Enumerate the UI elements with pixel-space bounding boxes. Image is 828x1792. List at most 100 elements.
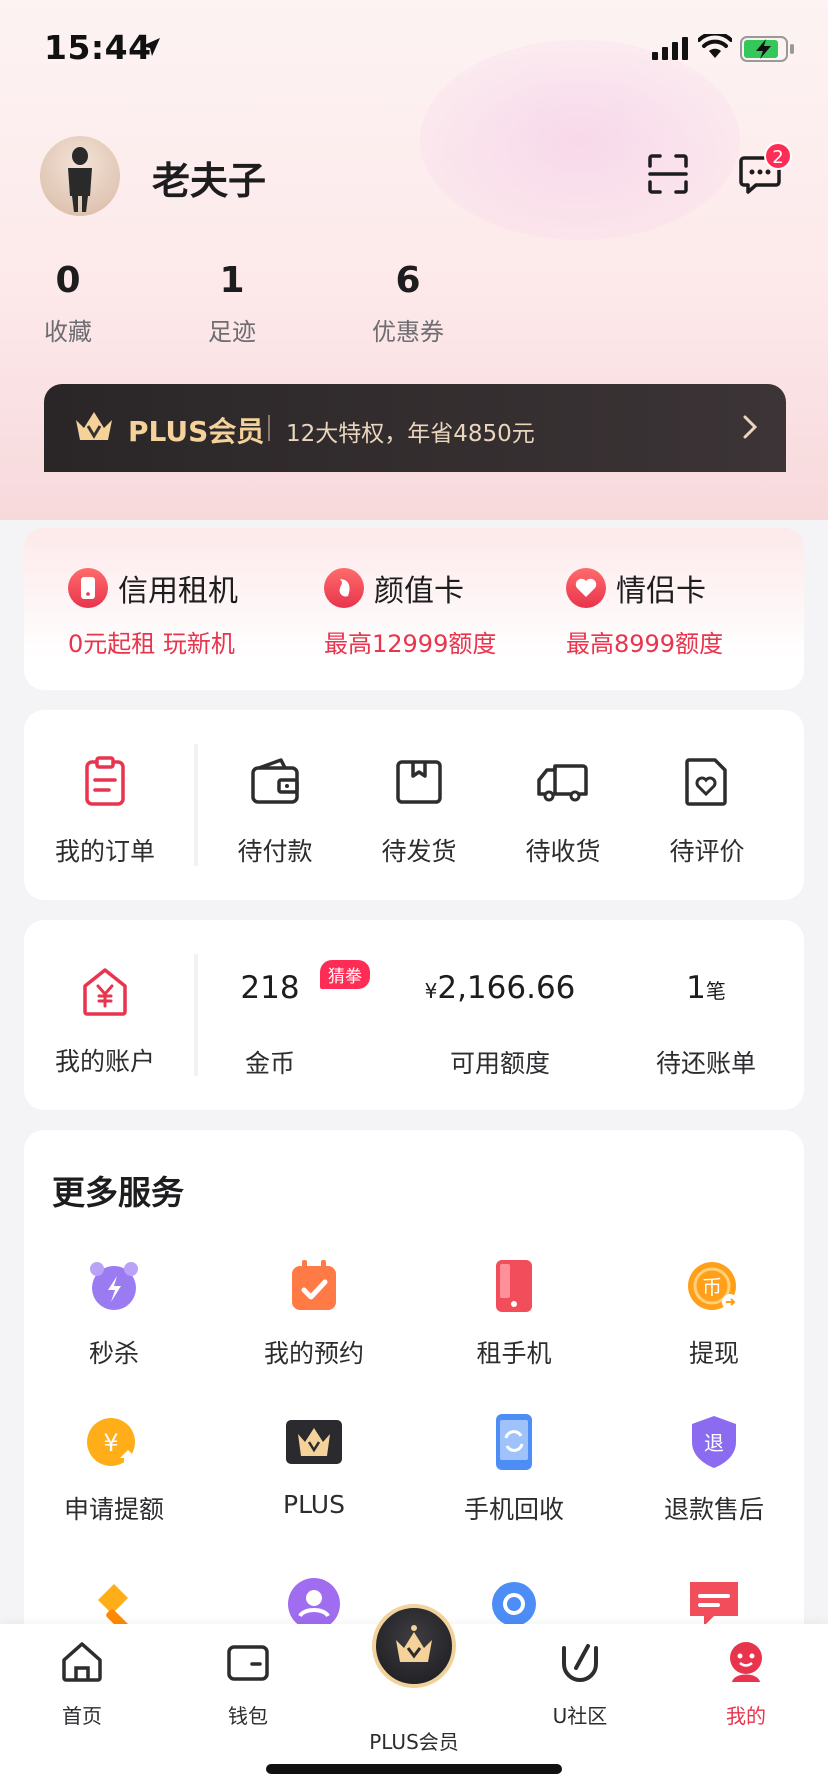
wallet-icon bbox=[251, 758, 299, 804]
couple-card-item[interactable]: 情侣卡 最高8999额度 bbox=[566, 566, 723, 659]
rent-phone-icon bbox=[496, 1260, 532, 1312]
pending-receipt-label: 待收货 bbox=[525, 837, 601, 866]
tab-mine[interactable]: 我的 bbox=[686, 1638, 806, 1729]
tab-home[interactable]: 首页 bbox=[22, 1638, 142, 1729]
tab-plus[interactable]: PLUS会员 bbox=[354, 1716, 474, 1755]
service-label: 手机回收 bbox=[463, 1495, 564, 1524]
beauty-card-sub: 最高12999额度 bbox=[324, 630, 497, 658]
coins-value[interactable]: 218 bbox=[210, 970, 330, 1006]
service-rent-phone[interactable]: 租手机 bbox=[424, 1256, 604, 1370]
profile-face-icon bbox=[730, 1642, 762, 1682]
pending-review-label: 待评价 bbox=[669, 837, 745, 866]
battery-charging-icon bbox=[740, 36, 794, 62]
service-flash-sale[interactable]: 秒杀 bbox=[24, 1256, 204, 1370]
service-label: 我的预约 bbox=[263, 1339, 364, 1368]
my-orders-button[interactable]: 我的订单 bbox=[40, 754, 170, 868]
stat-label: 收藏 bbox=[44, 318, 92, 346]
stat-coupons[interactable]: 6 优惠券 bbox=[368, 258, 448, 347]
guess-game-tag[interactable]: 猜拳 bbox=[320, 960, 370, 989]
heart-document-icon bbox=[685, 758, 727, 806]
scan-icon[interactable] bbox=[646, 152, 690, 196]
tab-wallet[interactable]: 钱包 bbox=[188, 1638, 308, 1729]
calendar-check-icon bbox=[292, 1260, 336, 1310]
pending-review-button[interactable]: 待评价 bbox=[642, 754, 772, 868]
pending-payment-label: 待付款 bbox=[237, 837, 313, 866]
svg-text:币: 币 bbox=[702, 1275, 722, 1299]
box-icon bbox=[396, 760, 442, 804]
pending-payment-button[interactable]: 待付款 bbox=[210, 754, 340, 868]
divider bbox=[194, 744, 198, 866]
tab-label: 我的 bbox=[726, 1704, 766, 1728]
status-time: 15:44 bbox=[44, 28, 152, 67]
user-name[interactable]: 老夫子 bbox=[152, 150, 266, 205]
pending-shipment-button[interactable]: 待发货 bbox=[354, 754, 484, 868]
wifi-icon bbox=[698, 34, 732, 58]
service-label: 租手机 bbox=[476, 1339, 552, 1368]
stat-history[interactable]: 1 足迹 bbox=[204, 258, 260, 347]
stat-favorites[interactable]: 0 收藏 bbox=[40, 258, 96, 347]
tab-label: 钱包 bbox=[228, 1704, 268, 1728]
chevron-right-icon bbox=[743, 415, 758, 439]
stat-label: 优惠券 bbox=[372, 318, 444, 346]
beauty-card-item[interactable]: 颜值卡 最高12999额度 bbox=[324, 566, 496, 659]
credit-rental-title: 信用租机 bbox=[118, 574, 238, 609]
location-arrow-icon bbox=[142, 38, 160, 56]
stat-label: 足迹 bbox=[208, 318, 256, 346]
home-icon bbox=[62, 1642, 102, 1682]
clipboard-icon bbox=[85, 756, 125, 806]
divider bbox=[268, 415, 270, 441]
coin-withdraw-icon: 币 bbox=[688, 1262, 738, 1310]
svg-text:¥: ¥ bbox=[103, 1429, 118, 1457]
stat-value: 0 bbox=[55, 260, 81, 301]
service-my-booking[interactable]: 我的预约 bbox=[224, 1256, 404, 1370]
service-plus[interactable]: PLUS bbox=[224, 1412, 404, 1519]
home-indicator bbox=[266, 1764, 562, 1774]
currency-symbol: ¥ bbox=[424, 979, 438, 1003]
service-refund[interactable]: 退 退款售后 bbox=[624, 1412, 804, 1526]
avatar-figure-icon bbox=[68, 147, 92, 212]
my-account-button[interactable]: 我的订单 我的账户 bbox=[40, 964, 170, 1078]
cellular-signal-icon bbox=[652, 37, 688, 60]
plus-crown-icon bbox=[286, 1420, 342, 1464]
yuan-house-icon bbox=[83, 968, 127, 1016]
credit-label[interactable]: 可用额度 bbox=[400, 1044, 600, 1080]
crown-icon bbox=[396, 1625, 432, 1662]
couple-card-sub: 最高8999额度 bbox=[566, 630, 724, 658]
service-label: PLUS bbox=[283, 1490, 345, 1519]
pending-receipt-button[interactable]: 待收货 bbox=[498, 754, 628, 868]
avatar[interactable] bbox=[40, 136, 120, 216]
heart-icon bbox=[566, 568, 606, 608]
credit-value: 2,166.66 bbox=[437, 970, 576, 1006]
plus-membership-banner[interactable]: PLUS会员 12大特权，年省4850元 bbox=[44, 384, 786, 472]
bills-value-wrap[interactable]: 1笔 bbox=[636, 970, 776, 1006]
bills-label[interactable]: 待还账单 bbox=[636, 1044, 776, 1080]
credit-rental-item[interactable]: 信用租机 0元起租 玩新机 bbox=[68, 566, 238, 659]
my-account-label: 我的账户 bbox=[54, 1047, 155, 1076]
tab-community[interactable]: U社区 bbox=[520, 1638, 640, 1729]
plus-tab-button[interactable] bbox=[372, 1604, 456, 1688]
service-raise-limit[interactable]: ¥ 申请提额 bbox=[24, 1412, 204, 1526]
service-label: 提现 bbox=[688, 1339, 739, 1368]
bills-value: 1 bbox=[686, 970, 706, 1006]
yuan-up-icon: ¥ bbox=[87, 1418, 136, 1466]
truck-icon bbox=[537, 764, 588, 802]
credit-value-wrap[interactable]: ¥2,166.66 bbox=[400, 970, 600, 1006]
my-orders-label: 我的订单 bbox=[54, 837, 155, 866]
coins-label[interactable]: 金币 bbox=[210, 1044, 330, 1080]
phone-recycle-icon bbox=[496, 1414, 532, 1470]
wallet-icon bbox=[227, 1645, 269, 1681]
phone-icon bbox=[68, 568, 108, 608]
bills-unit: 笔 bbox=[705, 979, 726, 1003]
tab-label: U社区 bbox=[552, 1704, 608, 1728]
service-phone-recycle[interactable]: 手机回收 bbox=[424, 1412, 604, 1526]
stat-value: 1 bbox=[219, 260, 245, 301]
u-community-icon bbox=[562, 1644, 598, 1682]
svg-text:退: 退 bbox=[704, 1431, 724, 1455]
more-services-title: 更多服务 bbox=[52, 1173, 184, 1212]
tab-label: PLUS会员 bbox=[369, 1730, 459, 1754]
service-withdraw[interactable]: 币 提现 bbox=[624, 1256, 804, 1370]
service-label: 申请提额 bbox=[63, 1495, 164, 1524]
face-icon bbox=[324, 568, 364, 608]
credit-products-card: 信用租机 0元起租 玩新机 颜值卡 最高12999额度 情侣卡 最高8999额度 bbox=[24, 528, 804, 690]
plus-subtitle: 12大特权，年省4850元 bbox=[286, 421, 535, 447]
